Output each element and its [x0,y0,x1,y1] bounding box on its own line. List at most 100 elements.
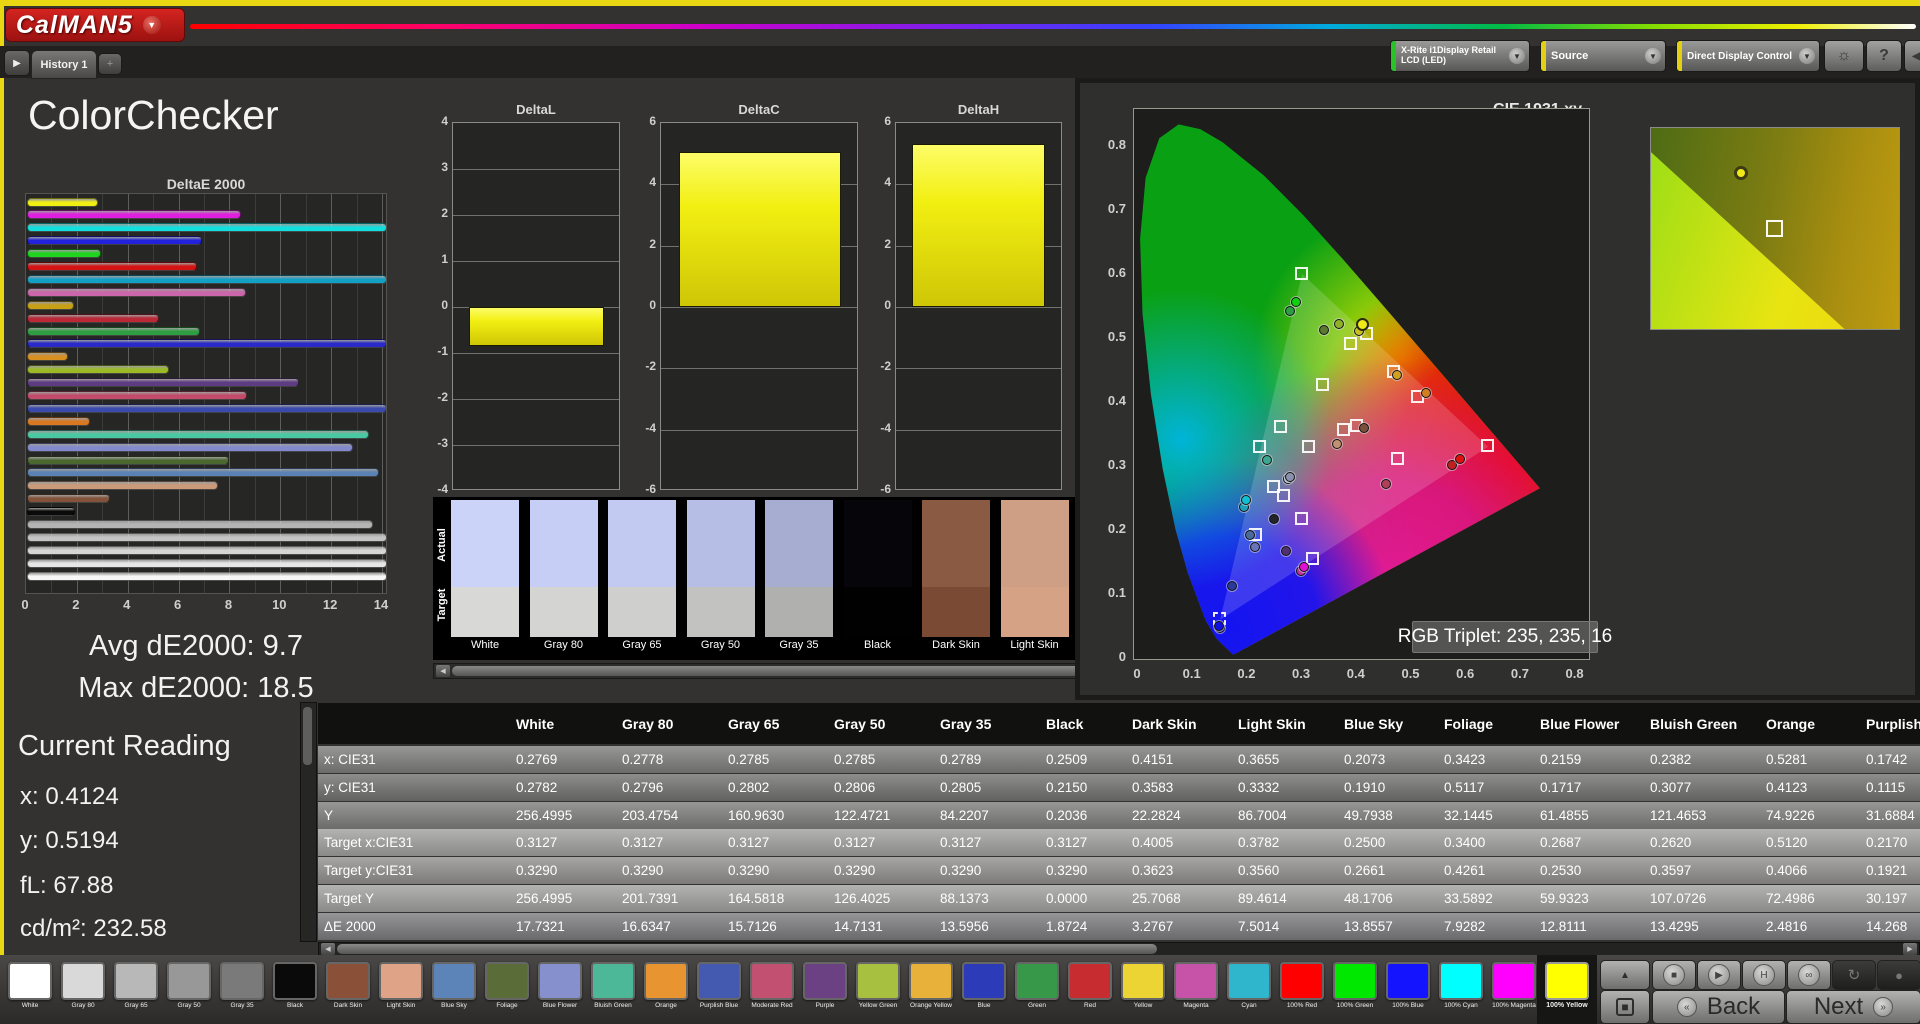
app-logo[interactable]: CalMAN5 ▼ [5,8,185,42]
cie-target-light-skin [1337,422,1351,436]
scroll-left-icon[interactable]: ◀ [436,665,450,677]
nav-forward-button[interactable]: ▶ [4,50,30,76]
cell: 0.3782 [1238,835,1280,851]
chevron-down-icon[interactable]: ▼ [1645,48,1661,64]
settings-button[interactable]: ☼ [1824,40,1864,72]
max-de2000-value: Max dE2000: 18.5 [78,672,314,704]
cell: 13.8557 [1344,918,1393,934]
row-label: Target x:CIE31 [324,835,414,851]
patch-green[interactable]: Green [1015,962,1059,1020]
patch-light-skin[interactable]: Light Skin [379,962,423,1020]
pattern-up-button[interactable]: ▲ [1600,960,1650,990]
patch-label: Gray 65 [124,1002,148,1009]
add-tab-button[interactable]: + [98,53,122,75]
cell: 0.2382 [1650,752,1692,767]
pattern-stop-button[interactable]: ■ [1600,990,1650,1024]
record-button[interactable]: ● [1877,960,1920,990]
patch-100-green[interactable]: 100% Green [1333,962,1377,1020]
patch-bluish-green[interactable]: Bluish Green [591,962,635,1020]
patch-dark-skin[interactable]: Dark Skin [326,962,370,1020]
cie-x-tick: 0.4 [1346,666,1365,681]
row-label: Target y:CIE31 [324,863,414,879]
patch-100-yellow[interactable]: 100% Yellow [1545,962,1589,1020]
stop-square-icon: ■ [1616,998,1634,1016]
cie-y-tick: 0.6 [1107,265,1126,280]
cell: 49.7938 [1344,807,1393,823]
collapse-icon: ◀ [1912,50,1920,62]
scroll-left-icon[interactable]: ◀ [321,943,335,955]
patch-100-magenta[interactable]: 100% Magenta [1492,962,1536,1020]
hold-button[interactable]: H [1742,960,1786,990]
swatch-scrollbar-thumb[interactable] [452,666,1092,676]
patch-100-blue[interactable]: 100% Blue [1386,962,1430,1020]
patch-yellow-green[interactable]: Yellow Green [856,962,900,1020]
cie-target-green [1294,266,1308,280]
current-reading-cdm2: cd/m²: 232.58 [20,915,167,942]
patch-gray-80[interactable]: Gray 80 [61,962,105,1020]
patch-magenta[interactable]: Magenta [1174,962,1218,1020]
chevron-down-icon[interactable]: ▼ [1799,48,1815,64]
patch-moderate-red[interactable]: Moderate Red [750,962,794,1020]
table-row-x-cie31: x: CIE31 0.2769 0.2778 0.2785 0.2785 0.2789 0.… [318,746,1920,773]
patch-gray-35[interactable]: Gray 35 [220,962,264,1020]
patch-blue-flower[interactable]: Blue Flower [538,962,582,1020]
patch-purple[interactable]: Purple [803,962,847,1020]
table-vertical-scrollbar[interactable] [300,702,317,942]
next-button[interactable]: Next » [1786,990,1920,1024]
patch-orange-yellow[interactable]: Orange Yellow [909,962,953,1020]
patch-gray-50[interactable]: Gray 50 [167,962,211,1020]
help-button[interactable]: ? [1866,40,1902,72]
patch-blue-sky[interactable]: Blue Sky [432,962,476,1020]
cell: 0.1921 [1866,863,1908,879]
scroll-right-icon[interactable]: ▶ [1903,943,1917,955]
source-dropdown[interactable]: Source ▼ [1540,40,1666,72]
target-row-label: Target [436,588,448,622]
patch-swatch [485,962,529,1000]
display-control-dropdown[interactable]: Direct Display Control ▼ [1676,40,1820,72]
patch-swatch [1121,962,1165,1000]
deltac-gridline [661,368,857,370]
patch-black[interactable]: Black [273,962,317,1020]
stop-button[interactable]: ■ [1652,960,1696,990]
patch-100-red[interactable]: 100% Red [1280,962,1324,1020]
patch-white[interactable]: White [8,962,52,1020]
current-reading-title: Current Reading [18,730,231,762]
deltae-chart-title: DeltaE 2000 [166,176,246,192]
patch-gray-65[interactable]: Gray 65 [114,962,158,1020]
patch-foliage[interactable]: Foliage [485,962,529,1020]
deltae-bar-gray-80 [27,558,386,568]
patch-cyan[interactable]: Cyan [1227,962,1271,1020]
table-horizontal-scrollbar[interactable]: ◀ ▶ [318,942,1920,956]
deltae-bar-orange [27,416,91,426]
deltae-bar-black [27,507,75,517]
cell: 0.2782 [516,779,558,795]
current-reading-fl: fL: 67.88 [20,872,114,899]
deltae-bar-foliage [27,455,229,465]
swatch-strip-scrollbar[interactable]: ◀ ▶ [433,663,1112,679]
deltal-y-tick: 2 [441,206,448,220]
deltah-bar [912,144,1045,307]
chevron-down-icon[interactable]: ▼ [1509,48,1525,64]
table-vscrollbar-thumb[interactable] [303,707,312,765]
patch-purplish-blue[interactable]: Purplish Blue [697,962,741,1020]
collapse-panel-button[interactable]: ◀ [1904,40,1920,72]
back-button[interactable]: « Back [1652,990,1785,1024]
play-button[interactable]: ▶ [1697,960,1741,990]
patch-toolbar: White Gray 80 Gray 65 Gray 50 Gray 35 Black Da… [0,955,1920,1024]
swatch-actual [922,500,990,587]
logo-menu-icon[interactable]: ▼ [142,16,161,34]
continuous-button[interactable]: ∞ [1787,960,1831,990]
refresh-button[interactable]: ↻ [1832,960,1876,990]
patch-orange[interactable]: Orange [644,962,688,1020]
meter-dropdown[interactable]: X-Rite i1Display Retail LCD (LED) ▼ [1390,40,1530,72]
table-scrollbar-thumb[interactable] [337,944,1157,954]
cie-target-purple [1295,512,1309,526]
patch-100-cyan[interactable]: 100% Cyan [1439,962,1483,1020]
cell: 0.1910 [1344,779,1386,795]
patch-blue[interactable]: Blue [962,962,1006,1020]
patch-red[interactable]: Red [1068,962,1112,1020]
tab-history-1[interactable]: History 1 [31,50,97,79]
swatch-dark-skin: Dark Skin [922,500,990,654]
cell: 0.3423 [1444,752,1486,767]
patch-yellow[interactable]: Yellow [1121,962,1165,1020]
